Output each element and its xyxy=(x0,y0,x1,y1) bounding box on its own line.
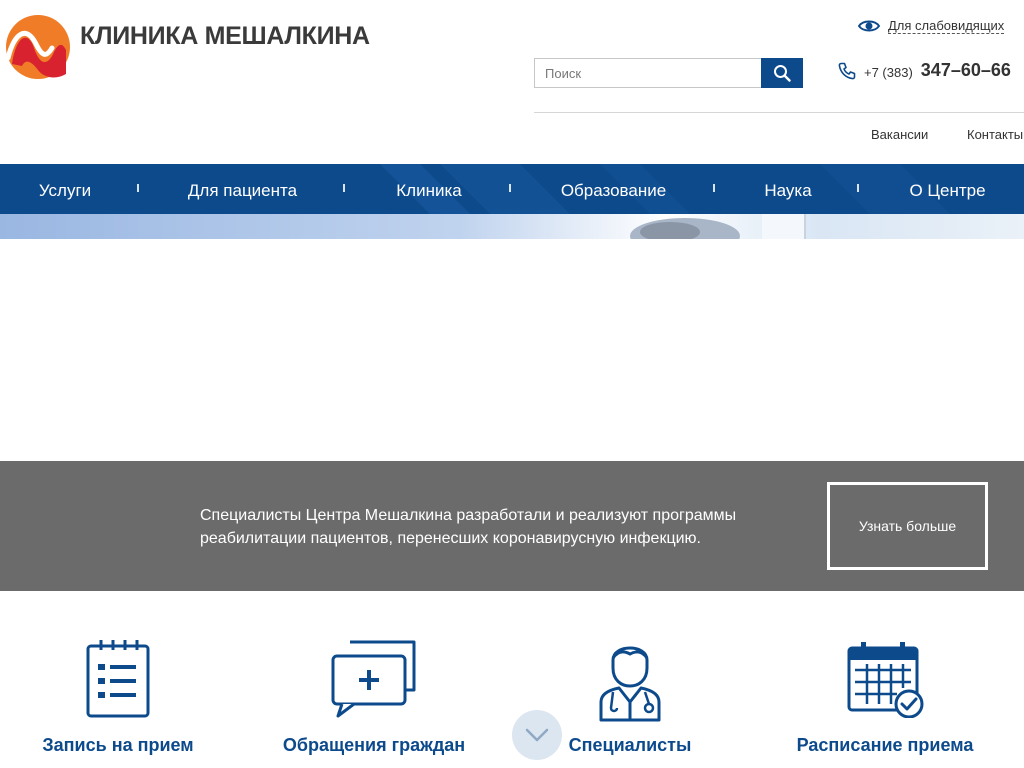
promo-banner: Специалисты Центра Мешалкина разработали… xyxy=(0,461,1024,591)
chat-plus-icon xyxy=(331,640,416,718)
accessibility-link[interactable]: Для слабовидящих xyxy=(858,18,1005,34)
checklist-icon xyxy=(86,640,150,718)
page: КЛИНИКА МЕШАЛКИНА Для слабовидящих +7 (3… xyxy=(0,0,1024,768)
quick-access-label: Запись на прием xyxy=(42,735,194,755)
search-form xyxy=(534,58,803,88)
accessibility-label: Для слабовидящих xyxy=(888,18,1005,34)
calendar-check-icon xyxy=(847,642,924,719)
vacancies-link[interactable]: Вакансии xyxy=(871,127,928,142)
quick-access-label: Расписание приема xyxy=(796,735,974,755)
quick-access-label: Специалисты xyxy=(568,735,692,755)
nav-item-for-patient[interactable]: Для пациента xyxy=(170,164,315,214)
nav-item-about[interactable]: О Центре xyxy=(895,164,1000,214)
phone-link[interactable]: +7 (383) 347–60–66 xyxy=(838,60,1011,81)
banner-text: Специалисты Центра Мешалкина разработали… xyxy=(200,507,737,547)
search-button[interactable] xyxy=(761,58,803,88)
hero-image xyxy=(0,214,1024,239)
eye-icon xyxy=(858,20,880,32)
nav-separator xyxy=(343,184,345,192)
search-input[interactable] xyxy=(534,58,761,88)
phone-icon xyxy=(838,62,856,79)
doctor-icon xyxy=(599,646,661,722)
nav-item-services[interactable]: Услуги xyxy=(20,164,110,214)
main-nav: Услуги Для пациента Клиника Образование … xyxy=(0,164,1024,214)
nav-separator xyxy=(857,184,859,192)
nav-decoration xyxy=(380,164,950,214)
quick-access-schedule[interactable]: Расписание приема xyxy=(792,632,978,755)
search-icon xyxy=(774,65,791,82)
clinic-logo[interactable] xyxy=(4,14,72,80)
quick-access-appointment[interactable]: Запись на прием xyxy=(38,632,198,755)
hero-photo-fragment xyxy=(630,214,806,239)
quick-access-specialists[interactable]: Специалисты xyxy=(560,632,700,755)
header-divider xyxy=(534,112,1024,113)
scroll-down-button[interactable] xyxy=(512,710,562,760)
contacts-link[interactable]: Контакты xyxy=(967,127,1023,142)
nav-separator xyxy=(713,184,715,192)
brand-name[interactable]: КЛИНИКА МЕШАЛКИНА xyxy=(80,22,370,51)
chevron-down-icon xyxy=(525,728,549,742)
nav-separator xyxy=(509,184,511,192)
learn-more-button[interactable]: Узнать больше xyxy=(827,482,988,570)
phone-prefix: +7 (383) xyxy=(864,64,913,80)
quick-access-appeals[interactable]: Обращения граждан xyxy=(280,632,468,755)
quick-access-label: Обращения граждан xyxy=(282,735,466,755)
phone-number: 347–60–66 xyxy=(920,60,1011,80)
nav-separator xyxy=(137,184,139,192)
nav-item-science[interactable]: Наука xyxy=(750,164,826,214)
nav-item-education[interactable]: Образование xyxy=(545,164,682,214)
nav-item-clinic[interactable]: Клиника xyxy=(380,164,478,214)
